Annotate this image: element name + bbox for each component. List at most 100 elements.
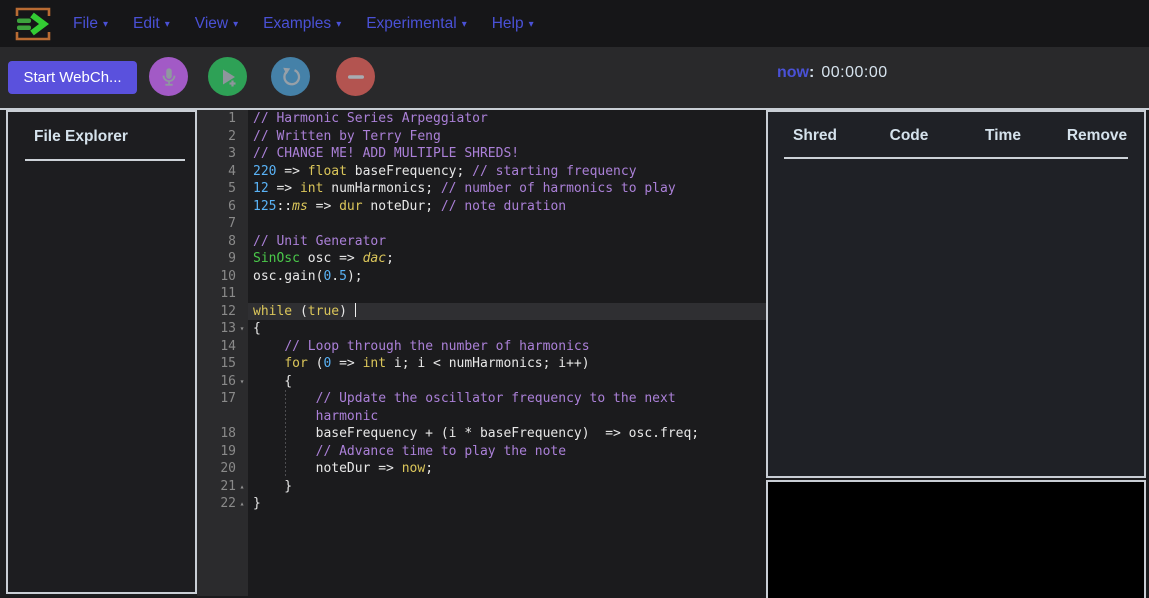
code-line[interactable]: harmonic: [248, 408, 766, 426]
line-number-text: 8: [228, 233, 236, 251]
line-number-text: 19: [220, 443, 236, 461]
file-explorer-panel: File Explorer: [6, 110, 197, 594]
code-line[interactable]: while (true): [248, 303, 766, 321]
line-number-text: 18: [220, 425, 236, 443]
replace-shred-button[interactable]: [271, 57, 310, 96]
shred-column-time: Time: [956, 127, 1050, 145]
text-cursor: [355, 303, 357, 317]
menu-view[interactable]: View▾: [195, 15, 238, 33]
code-token: =>: [276, 164, 307, 179]
line-number: 8: [197, 233, 248, 251]
line-number-text: 5: [228, 180, 236, 198]
play-add-shred-button[interactable]: [208, 57, 247, 96]
code-line[interactable]: [248, 215, 766, 233]
shred-table-panel: ShredCodeTimeRemove: [766, 110, 1146, 478]
code-token: int: [363, 356, 386, 371]
code-line[interactable]: 220 => float baseFrequency; // starting …: [248, 163, 766, 181]
code-line[interactable]: [248, 285, 766, 303]
chuck-arrow-logo-icon: [10, 4, 54, 44]
fold-marker-icon[interactable]: ▴: [236, 495, 248, 513]
code-token: // note duration: [441, 199, 566, 214]
code-line[interactable]: 12 => int numHarmonics; // number of har…: [248, 180, 766, 198]
code-token: {: [253, 374, 292, 389]
line-number-text: 14: [220, 338, 236, 356]
remove-shred-button[interactable]: [336, 57, 375, 96]
code-token: }: [253, 496, 261, 511]
code-line[interactable]: osc.gain(0.5);: [248, 268, 766, 286]
code-line[interactable]: // Unit Generator: [248, 233, 766, 251]
line-number: 21▴: [197, 478, 248, 496]
editor-gutter: 12345678910111213▾141516▾1718192021▴22▴: [197, 110, 248, 596]
visualizer-canvas: [766, 480, 1146, 598]
line-number: [197, 408, 248, 426]
code-line[interactable]: noteDur => now;: [248, 460, 766, 478]
line-number: 17: [197, 390, 248, 408]
code-token: ms: [292, 199, 308, 214]
fold-marker-icon[interactable]: ▴: [236, 478, 248, 496]
code-token: i; i < numHarmonics; i++): [386, 356, 590, 371]
line-number: 12: [197, 303, 248, 321]
code-line[interactable]: // Loop through the number of harmonics: [248, 338, 766, 356]
code-token: osc =>: [300, 251, 363, 266]
code-token: [253, 356, 284, 371]
line-number-text: 13: [220, 320, 236, 338]
code-token: float: [308, 164, 347, 179]
line-number: 4: [197, 163, 248, 181]
line-number-text: 3: [228, 145, 236, 163]
code-line[interactable]: {: [248, 320, 766, 338]
now-label: now: [777, 64, 809, 81]
code-line[interactable]: // Advance time to play the note: [248, 443, 766, 461]
menu-examples[interactable]: Examples▾: [263, 15, 341, 33]
code-line[interactable]: for (0 => int i; i < numHarmonics; i++): [248, 355, 766, 373]
code-token: =>: [331, 356, 362, 371]
code-line[interactable]: }: [248, 478, 766, 496]
menu-label: Experimental: [366, 15, 456, 33]
menu-help[interactable]: Help▾: [492, 15, 534, 33]
code-token: 220: [253, 164, 276, 179]
menu-edit[interactable]: Edit▾: [133, 15, 170, 33]
line-number: 2: [197, 128, 248, 146]
code-line[interactable]: 125::ms => dur noteDur; // note duration: [248, 198, 766, 216]
file-explorer-title: File Explorer: [34, 128, 195, 146]
fold-marker-icon[interactable]: ▾: [236, 373, 248, 391]
code-token: ): [339, 304, 355, 319]
code-token: while: [253, 304, 292, 319]
shred-table-header: ShredCodeTimeRemove: [768, 127, 1144, 145]
code-line[interactable]: baseFrequency + (i * baseFrequency) => o…: [248, 425, 766, 443]
fold-marker-icon[interactable]: ▾: [236, 320, 248, 338]
line-number: 10: [197, 268, 248, 286]
code-token: // Unit Generator: [253, 234, 386, 249]
code-line[interactable]: // Harmonic Series Arpeggiator: [248, 110, 766, 128]
chevron-down-icon: ▾: [462, 17, 467, 30]
line-number-text: 7: [228, 215, 236, 233]
code-token: noteDur =>: [253, 461, 402, 476]
code-editor[interactable]: // Harmonic Series Arpeggiator// Written…: [248, 110, 766, 596]
code-token: 125: [253, 199, 276, 214]
code-line[interactable]: // Update the oscillator frequency to th…: [248, 390, 766, 408]
code-line[interactable]: // CHANGE ME! ADD MULTIPLE SHREDS!: [248, 145, 766, 163]
line-number: 15: [197, 355, 248, 373]
line-number-text: 17: [220, 390, 236, 408]
code-token: =>: [308, 199, 339, 214]
circular-arrow-icon: [279, 65, 303, 89]
microphone-icon: [158, 66, 180, 88]
menu-label: View: [195, 15, 228, 33]
menu-experimental[interactable]: Experimental ▾: [366, 15, 467, 33]
code-line[interactable]: {: [248, 373, 766, 391]
microphone-button[interactable]: [149, 57, 188, 96]
menu-file[interactable]: File▾: [73, 15, 108, 33]
line-number-text: 22: [220, 495, 236, 513]
line-number: 3: [197, 145, 248, 163]
start-webchuck-button[interactable]: Start WebCh...: [8, 61, 137, 94]
play-plus-icon: [216, 65, 240, 89]
line-number: 6: [197, 198, 248, 216]
code-token: // Advance time to play the note: [316, 444, 566, 459]
line-number: 5: [197, 180, 248, 198]
main-area: File Explorer 12345678910111213▾141516▾1…: [0, 108, 1149, 596]
file-explorer-divider: [25, 159, 185, 161]
code-line[interactable]: }: [248, 495, 766, 513]
code-token: osc.gain(: [253, 269, 323, 284]
code-line[interactable]: SinOsc osc => dac;: [248, 250, 766, 268]
code-token: // starting frequency: [472, 164, 636, 179]
code-line[interactable]: // Written by Terry Feng: [248, 128, 766, 146]
